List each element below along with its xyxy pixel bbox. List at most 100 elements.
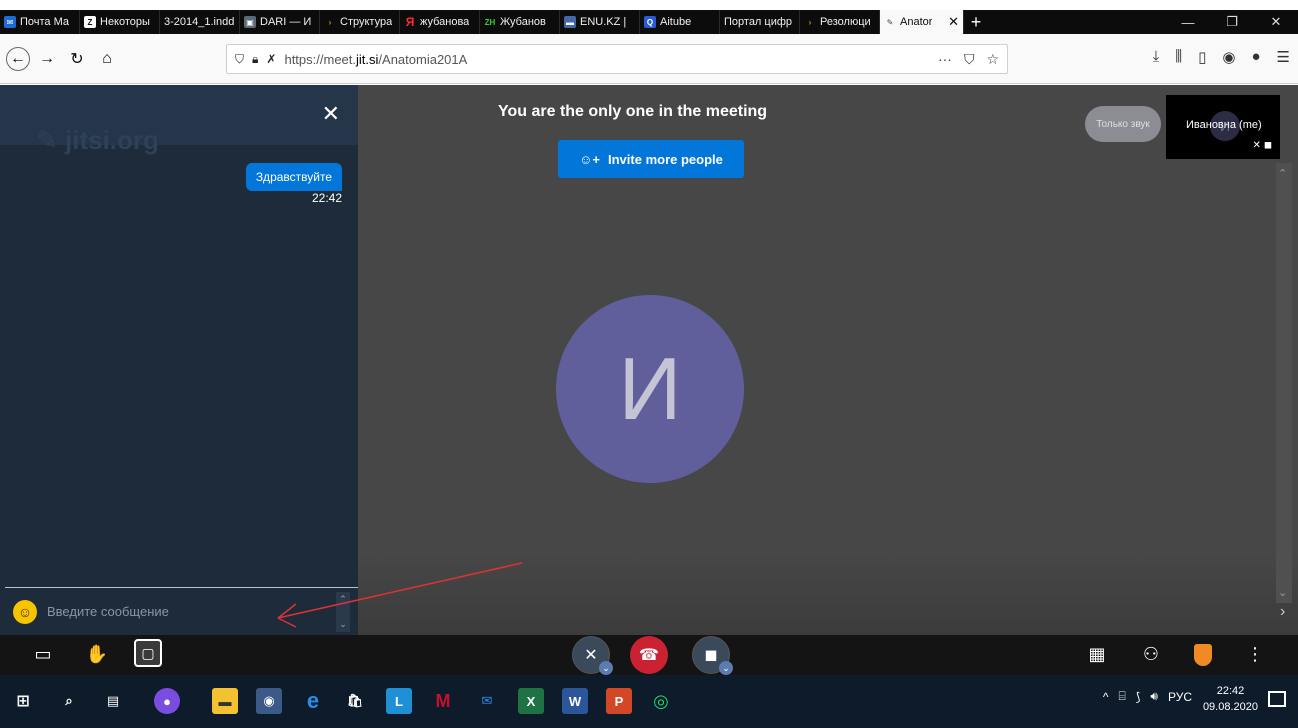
tab-indd[interactable]: 3-2014_1.indd bbox=[160, 10, 240, 34]
meeting-toolbar: ▭ ✋ ▢ ✕ ⌄ ☎ ◼ ⌄ ▦ ⚇ ⋮ bbox=[0, 635, 1298, 675]
chevron-icon: › bbox=[328, 17, 332, 27]
raise-hand-icon[interactable]: ✋ bbox=[82, 639, 112, 669]
minimize-icon[interactable]: — bbox=[1166, 10, 1210, 34]
forward-arrow-icon[interactable]: → bbox=[34, 46, 60, 72]
account-icon[interactable]: ◉ bbox=[1222, 48, 1235, 66]
self-view-thumbnail[interactable]: И Ивановна (me) ✕ ◼ bbox=[1166, 95, 1280, 159]
hangup-button[interactable]: ☎ bbox=[630, 636, 668, 674]
tab-rezolyutsii[interactable]: › Резолюци bbox=[800, 10, 880, 34]
audio-only-indicator[interactable]: Только звук bbox=[1085, 106, 1161, 142]
file-explorer-icon[interactable]: ▬ bbox=[212, 688, 238, 714]
tile-view-icon[interactable]: ▦ bbox=[1082, 639, 1112, 669]
chevron-icon: › bbox=[808, 17, 812, 27]
tab-enu[interactable]: ▬ ENU.KZ | bbox=[560, 10, 640, 34]
filmstrip-scrollbar[interactable]: ⌃ ⌄ bbox=[1276, 163, 1292, 603]
tab-portal[interactable]: Портал цифр bbox=[720, 10, 800, 34]
filmstrip-toggle-icon[interactable]: › bbox=[1280, 603, 1285, 621]
windows-start-icon[interactable]: ⊞ bbox=[10, 688, 36, 714]
add-person-icon: ☺+ bbox=[579, 151, 600, 167]
alice-icon[interactable]: ● bbox=[154, 688, 180, 714]
chevron-down-icon[interactable]: ⌄ bbox=[599, 661, 613, 675]
browser-tab-strip: ✉ Почта Ма Z Некоторы 3-2014_1.indd ▣ DARI … bbox=[0, 10, 1298, 34]
tab-dari[interactable]: ▣ DARI — И bbox=[240, 10, 320, 34]
whatsapp-icon[interactable]: ◎ bbox=[648, 688, 674, 714]
permissions-icon[interactable]: ✗ bbox=[266, 52, 276, 66]
url-bar[interactable]: ⛉ 🔒︎ ✗ https://meet.jit.si/Anatomia201A … bbox=[226, 44, 1008, 74]
participant-avatar: И bbox=[556, 295, 744, 483]
tab-zhubanov[interactable]: ZH Жубанов bbox=[480, 10, 560, 34]
input-scroll[interactable]: ⌃ ⌄ bbox=[336, 591, 350, 632]
z-logo-icon: Z bbox=[84, 16, 96, 28]
aitube-icon: Q bbox=[644, 16, 656, 28]
home-icon[interactable]: ⌂ bbox=[94, 46, 120, 72]
tracking-shield-icon[interactable]: ⛉ bbox=[235, 52, 244, 67]
windows-taskbar: ⊞ ⌕ ▤ ● ▬ ◉ e 🛍︎ L M ✉ X W P ◎ ^ ⌸ ⟆ 🔊︎ … bbox=[0, 675, 1298, 728]
tab-aitube[interactable]: Q Aitube bbox=[640, 10, 720, 34]
muted-indicators-icon: ✕ ◼ bbox=[1252, 140, 1272, 151]
page-actions-icon[interactable]: ··· bbox=[938, 51, 952, 68]
tab-anatomia-active[interactable]: ✎ Anator ✕ bbox=[880, 10, 964, 34]
scroll-down-icon[interactable]: ⌄ bbox=[339, 619, 347, 630]
chat-message: Здравствуйте bbox=[245, 163, 342, 191]
edge-icon[interactable]: e bbox=[300, 688, 326, 714]
tab-struktura[interactable]: › Структура bbox=[320, 10, 400, 34]
jitsi-feather-icon: ✎ bbox=[886, 17, 894, 27]
volume-icon[interactable]: 🔊︎ bbox=[1150, 689, 1158, 704]
microphone-muted-button[interactable]: ✕ ⌄ bbox=[572, 636, 613, 675]
downloads-icon[interactable]: ⤓ bbox=[1153, 48, 1160, 66]
word-icon[interactable]: W bbox=[562, 688, 588, 714]
hamburger-menu-icon[interactable]: ☰ bbox=[1277, 48, 1290, 66]
invite-more-people-button[interactable]: ☺+ Invite more people bbox=[558, 140, 744, 178]
language-indicator[interactable]: РУС bbox=[1168, 690, 1192, 704]
search-icon[interactable]: ⌕ bbox=[56, 688, 82, 714]
notification-center-icon[interactable] bbox=[1268, 691, 1286, 707]
chat-message-input[interactable] bbox=[47, 604, 307, 619]
chat-panel: ✎ jitsi.org ✕ Здравствуйте 22:42 ☺ ⌃⌄ bbox=[0, 85, 358, 635]
scroll-up-icon[interactable]: ⌃ bbox=[1278, 167, 1287, 180]
restore-icon[interactable]: ❐ bbox=[1210, 10, 1254, 34]
yandex-icon: Я bbox=[405, 15, 415, 29]
bookmark-star-icon[interactable]: ☆ bbox=[986, 51, 999, 68]
screen-share-icon[interactable]: ▭ bbox=[28, 639, 58, 669]
library-icon[interactable]: ⫼ bbox=[1175, 48, 1182, 66]
chevron-down-icon[interactable]: ⌄ bbox=[719, 661, 733, 675]
wifi-icon[interactable]: ⟆ bbox=[1136, 690, 1141, 704]
scroll-up-icon[interactable]: ⌃ bbox=[339, 594, 347, 605]
close-tab-icon[interactable]: ✕ bbox=[948, 14, 959, 30]
pocket-icon[interactable]: ⛉ bbox=[964, 51, 975, 68]
lock-icon[interactable]: 🔒︎ bbox=[252, 52, 258, 67]
tab-mail[interactable]: ✉ Почта Ма bbox=[0, 10, 80, 34]
extension-icon[interactable]: ● bbox=[1251, 48, 1260, 66]
scroll-down-icon[interactable]: ⌄ bbox=[1278, 586, 1287, 599]
self-name-label: Ивановна (me) bbox=[1186, 119, 1262, 131]
reload-icon[interactable]: ↻ bbox=[64, 46, 90, 72]
chat-input-bar: ☺ ⌃⌄ bbox=[5, 587, 358, 635]
lync-icon[interactable]: L bbox=[386, 688, 412, 714]
mcafee-icon[interactable]: M bbox=[430, 688, 456, 714]
mail-app-icon[interactable]: ✉ bbox=[474, 688, 500, 714]
store-icon[interactable]: 🛍︎ bbox=[342, 688, 368, 714]
network-icon[interactable]: ⌸ bbox=[1119, 689, 1126, 704]
new-tab-button[interactable]: + bbox=[964, 10, 988, 34]
close-chat-icon[interactable]: ✕ bbox=[322, 101, 340, 127]
tray-chevron-icon[interactable]: ^ bbox=[1103, 690, 1109, 704]
firefox-icon[interactable]: ◉ bbox=[256, 688, 282, 714]
more-options-icon[interactable]: ⋮ bbox=[1240, 639, 1270, 669]
security-shield-icon[interactable] bbox=[1194, 644, 1212, 666]
toolbar-right: ⤓ ⫼ ▯ ◉ ● ☰ bbox=[1153, 48, 1290, 66]
taskbar-clock[interactable]: 22:42 09.08.2020 bbox=[1203, 683, 1258, 715]
excel-icon[interactable]: X bbox=[518, 688, 544, 714]
tab-nekotorye[interactable]: Z Некоторы bbox=[80, 10, 160, 34]
task-view-icon[interactable]: ▤ bbox=[100, 688, 126, 714]
back-arrow-icon[interactable]: ← bbox=[6, 46, 30, 71]
camera-off-button[interactable]: ◼ ⌄ bbox=[692, 636, 733, 675]
tab-yandex[interactable]: Яжубанова bbox=[400, 10, 480, 34]
emoji-picker-icon[interactable]: ☺ bbox=[13, 599, 37, 624]
document-icon: ▣ bbox=[244, 16, 256, 28]
browser-navbar: ← → ↻ ⌂ ⛉ 🔒︎ ✗ https://meet.jit.si/Anato… bbox=[0, 34, 1298, 84]
sidebar-icon[interactable]: ▯ bbox=[1198, 48, 1206, 66]
close-window-icon[interactable]: ✕ bbox=[1254, 10, 1298, 34]
invite-icon[interactable]: ⚇ bbox=[1136, 639, 1166, 669]
powerpoint-icon[interactable]: P bbox=[606, 688, 632, 714]
chat-toggle-icon[interactable]: ▢ bbox=[134, 639, 162, 667]
